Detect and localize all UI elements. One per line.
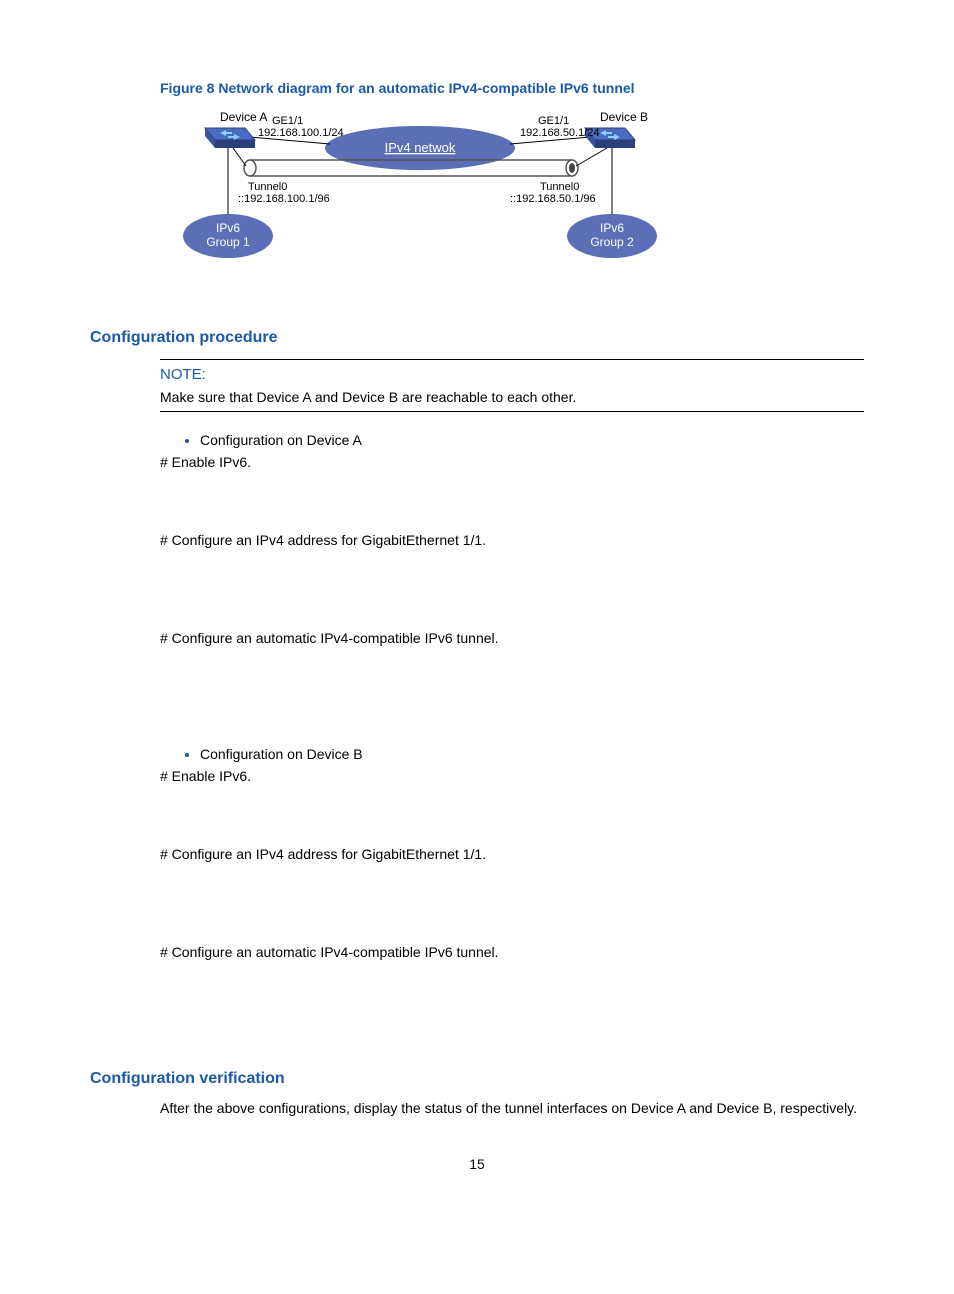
note-text: Make sure that Device A and Device B are… bbox=[160, 389, 864, 405]
note-label: NOTE: bbox=[160, 366, 864, 383]
network-diagram: IPv4 netwok Device A GE1/1 192.168.100.1… bbox=[160, 106, 680, 289]
device-b-label: Device B bbox=[600, 110, 648, 124]
ipv4-cloud-label: IPv4 netwok bbox=[385, 140, 456, 155]
step-a3: # Configure an automatic IPv4-compatible… bbox=[160, 630, 864, 646]
page-number: 15 bbox=[90, 1156, 864, 1172]
device-a-label: Device A bbox=[220, 110, 267, 124]
group2-l1: IPv6 bbox=[600, 221, 624, 235]
ip-b-label: 192.168.50.1/24 bbox=[520, 127, 600, 139]
config-verification-heading: Configuration verification bbox=[90, 1070, 864, 1088]
note-box: NOTE: Make sure that Device A and Device… bbox=[160, 359, 864, 412]
tunnel-b-ip: ::192.168.50.1/96 bbox=[510, 193, 596, 205]
step-b2: # Configure an IPv4 address for GigabitE… bbox=[160, 846, 864, 862]
tunnel-a-ip: ::192.168.100.1/96 bbox=[238, 193, 330, 205]
tunnel-b-label: Tunnel0 bbox=[540, 181, 579, 193]
step-b3: # Configure an automatic IPv4-compatible… bbox=[160, 944, 864, 960]
ge-a-label: GE1/1 bbox=[272, 115, 303, 127]
step-a2: # Configure an IPv4 address for GigabitE… bbox=[160, 532, 864, 548]
group1-l2: Group 1 bbox=[206, 235, 250, 249]
figure-caption: Figure 8 Network diagram for an automati… bbox=[160, 80, 864, 96]
device-a-icon bbox=[205, 128, 255, 148]
config-procedure-heading: Configuration procedure bbox=[90, 329, 864, 347]
ge-b-label: GE1/1 bbox=[538, 115, 569, 127]
device-b-config-title: Configuration on Device B bbox=[200, 746, 864, 762]
verification-text: After the above configurations, display … bbox=[160, 1100, 864, 1116]
device-a-config-title: Configuration on Device A bbox=[200, 432, 864, 448]
ip-a-label: 192.168.100.1/24 bbox=[258, 127, 344, 139]
group2-l2: Group 2 bbox=[590, 235, 634, 249]
group1-l1: IPv6 bbox=[216, 221, 240, 235]
content-body: Configuration on Device A # Enable IPv6.… bbox=[160, 432, 864, 960]
step-a1: # Enable IPv6. bbox=[160, 454, 864, 470]
step-b1: # Enable IPv6. bbox=[160, 768, 864, 784]
tunnel-a-label: Tunnel0 bbox=[248, 181, 287, 193]
